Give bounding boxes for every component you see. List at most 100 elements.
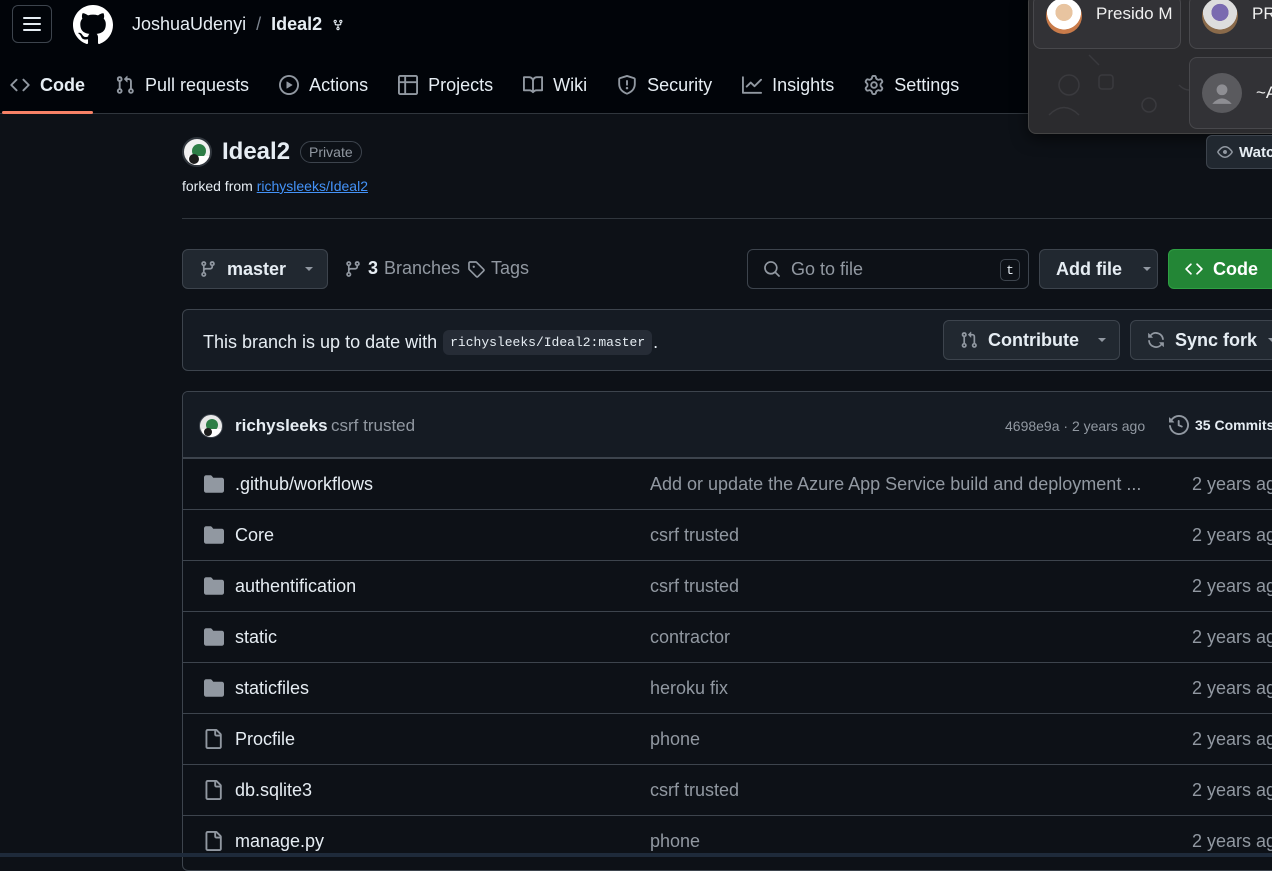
commit-message-link[interactable]: csrf trusted	[331, 416, 415, 436]
breadcrumb-repo-link[interactable]: Ideal2	[271, 14, 322, 35]
avatar	[1046, 0, 1082, 34]
graph-icon	[742, 76, 763, 94]
account-switcher-popup: Presido M PR ~A	[1028, 0, 1272, 134]
file-name-link[interactable]: static	[235, 627, 277, 648]
commits-link[interactable]: 35 Commits	[1169, 415, 1272, 435]
tab-wiki[interactable]: Wiki	[513, 64, 597, 106]
branch-select-button[interactable]: master	[182, 249, 328, 289]
file-name-link[interactable]: Procfile	[235, 729, 295, 750]
file-name-link[interactable]: Core	[235, 525, 274, 546]
repo-heading: Ideal2 Private	[182, 137, 362, 167]
file-commit-message-link[interactable]: csrf trusted	[650, 576, 739, 597]
github-logo-icon[interactable]	[73, 5, 113, 45]
avatar[interactable]	[199, 414, 223, 438]
file-commit-message-link[interactable]: csrf trusted	[650, 780, 739, 801]
forked-from-link[interactable]: richysleeks/Ideal2	[257, 178, 368, 194]
tab-projects[interactable]: Projects	[388, 64, 503, 106]
folder-icon	[203, 678, 225, 698]
account-name: Presido M	[1096, 4, 1173, 23]
contribute-button[interactable]: Contribute	[943, 320, 1120, 360]
branches-link[interactable]: 3 Branches	[344, 258, 460, 279]
branch-name: master	[227, 258, 287, 279]
tab-label: Security	[647, 74, 713, 95]
folder-icon	[203, 525, 225, 545]
file-name-link[interactable]: db.sqlite3	[235, 780, 312, 801]
hamburger-icon	[23, 17, 41, 31]
tag-icon	[468, 260, 485, 278]
file-commit-message-link[interactable]: csrf trusted	[650, 525, 739, 546]
table-icon	[398, 75, 419, 95]
history-icon	[1169, 415, 1189, 435]
tab-label: Actions	[309, 74, 369, 95]
sync-fork-button[interactable]: Sync fork	[1130, 320, 1272, 360]
sync-fork-label: Sync fork	[1175, 329, 1258, 350]
file-commit-age: 2 years ago	[1192, 627, 1272, 647]
pull-request-icon	[116, 75, 134, 94]
tab-security[interactable]: Security	[607, 64, 722, 106]
file-list: richysleeks csrf trusted 4698e9a · 2 yea…	[182, 391, 1272, 871]
file-row[interactable]: .github/workflows Add or update the Azure…	[183, 458, 1272, 509]
visibility-badge: Private	[300, 141, 362, 163]
commits-count: 35 Commits	[1195, 417, 1272, 433]
file-commit-message-link[interactable]: Add or update the Azure App Service buil…	[650, 474, 1141, 495]
file-row[interactable]: Core csrf trusted 2 years ago	[183, 509, 1272, 560]
repo-owner-avatar[interactable]	[182, 137, 212, 167]
contribute-label: Contribute	[988, 329, 1079, 350]
book-icon	[523, 76, 544, 94]
file-commit-message-link[interactable]: contractor	[650, 627, 730, 648]
folder-icon	[203, 474, 225, 494]
tab-pull-requests[interactable]: Pull requests	[105, 64, 259, 106]
hamburger-menu-button[interactable]	[12, 5, 52, 43]
caret-down-icon	[305, 267, 314, 271]
code-icon	[1185, 263, 1203, 275]
account-card-3[interactable]: ~A	[1189, 57, 1272, 129]
file-commit-age: 2 years ago	[1192, 525, 1272, 545]
file-row[interactable]: Procfile phone 2 years ago	[183, 713, 1272, 764]
code-button[interactable]: Code	[1168, 249, 1272, 289]
upstream-ref[interactable]: richysleeks/Ideal2:master	[443, 330, 653, 355]
file-row[interactable]: db.sqlite3 csrf trusted 2 years ago	[183, 764, 1272, 815]
play-icon	[279, 75, 300, 95]
branch-icon	[346, 260, 360, 277]
file-icon	[203, 831, 223, 851]
file-name-link[interactable]: .github/workflows	[235, 474, 373, 495]
tab-actions[interactable]: Actions	[269, 64, 378, 106]
branches-count: 3	[368, 258, 379, 278]
file-name-link[interactable]: staticfiles	[235, 678, 309, 699]
file-name-link[interactable]: authentification	[235, 576, 356, 597]
code-icon	[10, 78, 30, 92]
file-commit-message-link[interactable]: phone	[650, 729, 700, 750]
tab-code[interactable]: Code	[0, 64, 95, 114]
breadcrumb-owner-link[interactable]: JoshuaUdenyi	[132, 14, 246, 35]
add-file-button[interactable]: Add file	[1039, 249, 1158, 289]
fork-icon	[333, 19, 343, 30]
account-card-2[interactable]: PR	[1189, 0, 1272, 49]
file-name-link[interactable]: manage.py	[235, 831, 324, 852]
commit-author-link[interactable]: richysleeks	[235, 416, 328, 436]
branch-icon	[201, 261, 215, 277]
file-commit-age: 2 years ago	[1192, 780, 1272, 800]
tab-insights[interactable]: Insights	[732, 64, 844, 106]
caret-down-icon	[1268, 338, 1272, 342]
tab-label: Insights	[772, 74, 835, 95]
file-commit-age: 2 years ago	[1192, 831, 1272, 851]
account-card-1[interactable]: Presido M	[1033, 0, 1181, 49]
file-commit-message-link[interactable]: phone	[650, 831, 700, 852]
file-row[interactable]: manage.py phone 2 years ago	[183, 815, 1272, 866]
tags-link[interactable]: Tags	[467, 258, 529, 279]
commit-hash-age[interactable]: 4698e9a · 2 years ago	[1005, 418, 1145, 434]
go-to-file-input[interactable]	[791, 258, 991, 280]
sync-icon	[1148, 332, 1164, 348]
tab-settings[interactable]: Settings	[854, 64, 969, 106]
repo-title[interactable]: Ideal2	[222, 138, 290, 166]
file-commit-message-link[interactable]: heroku fix	[650, 678, 728, 699]
go-to-file-box: t	[747, 249, 1029, 289]
file-row[interactable]: static contractor 2 years ago	[183, 611, 1272, 662]
keyboard-shortcut-hint: t	[1000, 259, 1020, 281]
file-icon	[203, 729, 223, 749]
watch-button[interactable]: Watc	[1206, 135, 1272, 169]
file-row[interactable]: authentification csrf trusted 2 years ago	[183, 560, 1272, 611]
caret-down-icon	[1097, 338, 1106, 342]
file-row[interactable]: staticfiles heroku fix 2 years ago	[183, 662, 1272, 713]
tags-label: Tags	[491, 258, 530, 278]
